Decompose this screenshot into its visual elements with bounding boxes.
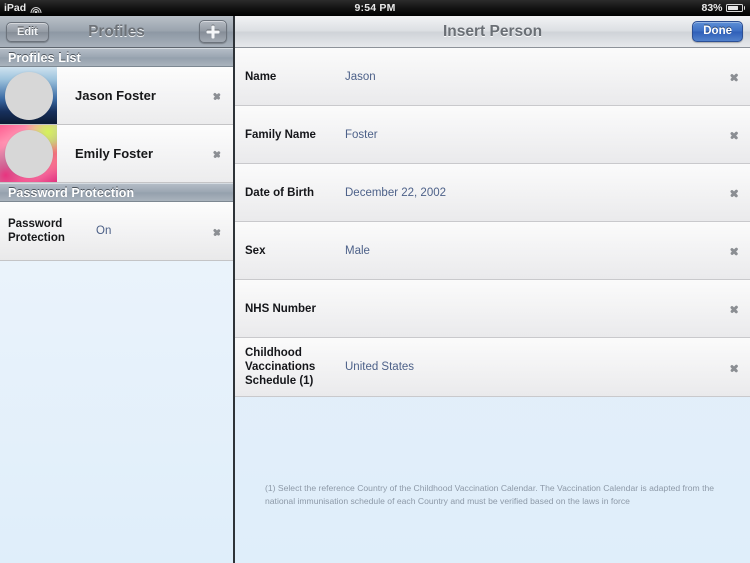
list-item[interactable]: Jason Foster — [0, 67, 233, 125]
wifi-icon — [30, 4, 42, 13]
ipad-screen: iPad 9:54 PM 83% Edit Profiles Profiles … — [0, 0, 750, 563]
form-row-sex[interactable]: Sex Male — [235, 222, 750, 280]
chevron-right-icon — [213, 88, 222, 103]
form-row-nhs-number[interactable]: NHS Number — [235, 280, 750, 338]
chevron-right-icon — [213, 146, 222, 161]
status-bar-right: 83% — [495, 2, 750, 14]
chevron-right-icon — [730, 242, 741, 259]
sidebar-navbar: Edit Profiles — [0, 16, 233, 48]
chevron-right-icon — [730, 126, 741, 143]
field-value: United States — [345, 361, 415, 373]
list-item-label: Jason Foster — [75, 88, 156, 103]
field-value: December 22, 2002 — [345, 186, 447, 199]
device-label: iPad — [4, 2, 27, 14]
list-item-label: Emily Foster — [75, 146, 154, 161]
page-title: Insert Person — [442, 22, 543, 40]
chevron-right-icon — [213, 224, 222, 239]
chevron-right-icon — [730, 359, 741, 376]
avatar — [0, 67, 57, 124]
detail-pane: Insert Person Done Name Jason Family Nam… — [235, 16, 750, 563]
status-bar-left: iPad — [0, 2, 255, 14]
footnote-text: (1) Select the reference Country of the … — [265, 483, 715, 506]
battery-percent-label: 83% — [701, 2, 723, 14]
chevron-right-icon — [730, 300, 741, 317]
chevron-right-icon — [730, 184, 741, 201]
field-value: Foster — [345, 128, 378, 141]
password-protection-value: On — [96, 225, 112, 237]
form-row-name[interactable]: Name Jason — [235, 48, 750, 106]
field-label: Date of Birth — [245, 186, 314, 199]
split-view: Edit Profiles Profiles List Jason Foster… — [0, 16, 750, 563]
form-row-date-of-birth[interactable]: Date of Birth December 22, 2002 — [235, 164, 750, 222]
form-row-family-name[interactable]: Family Name Foster — [235, 106, 750, 164]
status-bar: iPad 9:54 PM 83% — [0, 0, 750, 16]
avatar — [0, 125, 57, 182]
person-form: Name Jason Family Name Foster Date of Bi… — [235, 48, 750, 397]
status-bar-time: 9:54 PM — [354, 2, 396, 14]
chevron-right-icon — [730, 68, 741, 85]
field-label: Name — [245, 70, 277, 83]
field-value: Jason — [345, 70, 376, 83]
add-profile-button[interactable] — [199, 20, 227, 43]
field-label: Sex — [245, 244, 266, 257]
sidebar-item-password-protection[interactable]: Password Protection On — [0, 202, 233, 261]
sidebar-pane: Edit Profiles Profiles List Jason Foster… — [0, 16, 233, 563]
done-button[interactable]: Done — [692, 21, 743, 42]
list-item[interactable]: Emily Foster — [0, 125, 233, 183]
edit-button[interactable]: Edit — [6, 21, 49, 42]
password-protection-label: Password Protection — [8, 218, 65, 244]
field-value: Male — [345, 244, 370, 257]
detail-navbar: Insert Person Done — [235, 16, 750, 48]
field-label: NHS Number — [245, 302, 316, 315]
field-label: Family Name — [245, 128, 316, 141]
field-label: Childhood Vaccinations Schedule (1) — [245, 347, 316, 387]
section-header-profiles-list: Profiles List — [0, 48, 233, 67]
battery-icon — [725, 3, 745, 13]
form-row-childhood-vaccinations-schedule[interactable]: Childhood Vaccinations Schedule (1) Unit… — [235, 338, 750, 397]
section-header-password-protection: Password Protection — [0, 183, 233, 202]
